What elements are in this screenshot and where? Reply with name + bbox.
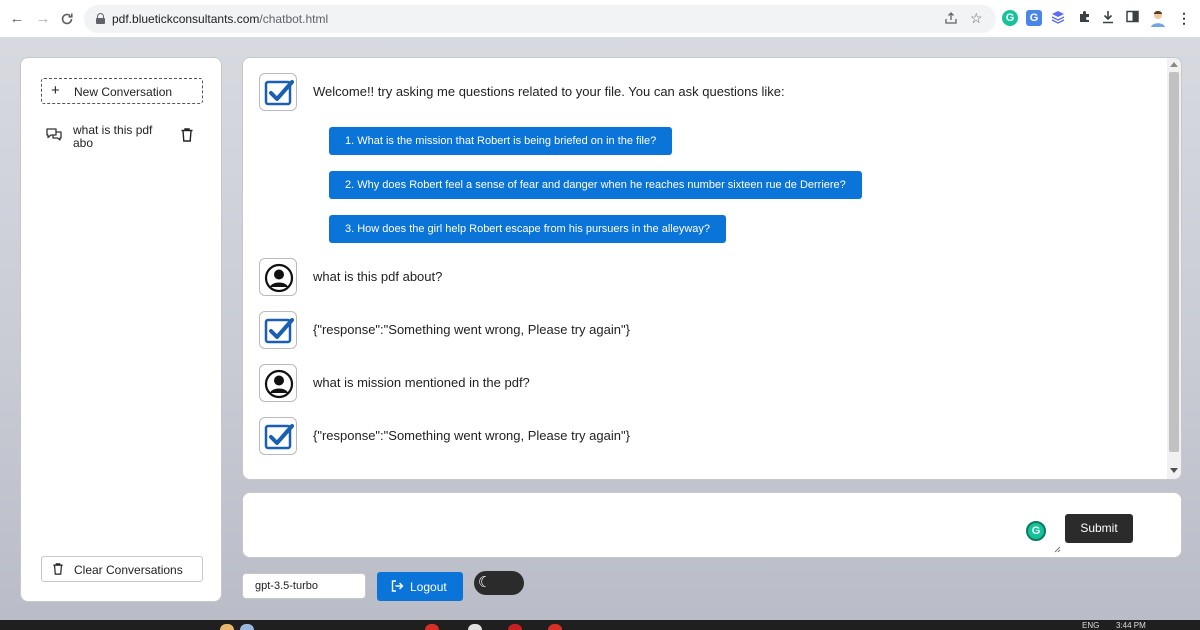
- message-text: what is mission mentioned in the pdf?: [313, 375, 530, 390]
- clear-conversations-label: Clear Conversations: [74, 563, 183, 577]
- trash-icon: [53, 563, 63, 575]
- user-circle-icon: [264, 369, 294, 399]
- user-message: what is mission mentioned in the pdf?: [259, 364, 1139, 404]
- conversation-item[interactable]: what is this pdf abo: [45, 122, 203, 152]
- grammarly-icon[interactable]: G: [1026, 521, 1046, 541]
- logout-button[interactable]: Logout: [377, 572, 463, 601]
- message-text: Welcome!! try asking me questions relate…: [313, 84, 785, 99]
- bookmark-star-icon[interactable]: ☆: [970, 10, 983, 27]
- chat-scrollbar[interactable]: [1167, 58, 1181, 479]
- browser-menu-icon[interactable]: ⋮: [1176, 10, 1192, 26]
- taskbar-app-icon[interactable]: [548, 624, 562, 630]
- address-bar[interactable]: pdf.bluetickconsultants.com/chatbot.html…: [84, 5, 996, 33]
- bot-avatar: [259, 73, 297, 111]
- user-avatar: [259, 258, 297, 296]
- scroll-up-arrow-icon[interactable]: [1170, 62, 1178, 67]
- scroll-down-arrow-icon[interactable]: [1170, 468, 1178, 473]
- message-text: {"response":"Something went wrong, Pleas…: [313, 428, 630, 443]
- user-circle-icon: [264, 263, 294, 293]
- taskbar-language[interactable]: ENG: [1082, 622, 1099, 630]
- taskbar-clock[interactable]: 3:44 PM: [1116, 622, 1146, 630]
- conversation-title: what is this pdf abo: [73, 123, 153, 150]
- bot-message: Welcome!! try asking me questions relate…: [259, 73, 1139, 283]
- download-icon[interactable]: [1100, 10, 1116, 26]
- profile-avatar-icon[interactable]: [1150, 9, 1166, 27]
- lock-icon: [96, 13, 105, 24]
- taskbar-app-icon[interactable]: [425, 624, 439, 630]
- chat-bubbles-icon: [46, 128, 62, 141]
- submit-button[interactable]: Submit: [1065, 514, 1133, 543]
- os-taskbar: ENG 3:44 PM: [0, 620, 1200, 630]
- url-text: pdf.bluetickconsultants.com/chatbot.html: [112, 12, 329, 26]
- translate-extension-icon[interactable]: G: [1026, 10, 1042, 26]
- clear-conversations-button[interactable]: Clear Conversations: [41, 556, 203, 582]
- forward-arrow-icon[interactable]: →: [34, 10, 52, 28]
- logout-icon: [391, 580, 404, 592]
- new-conversation-button[interactable]: + New Conversation: [41, 78, 203, 104]
- grammarly-extension-icon[interactable]: G: [1002, 10, 1018, 26]
- reload-icon[interactable]: [58, 10, 76, 28]
- suggested-question-button[interactable]: 2. Why does Robert feel a sense of fear …: [329, 171, 862, 199]
- user-avatar: [259, 364, 297, 402]
- browser-toolbar: ← → pdf.bluetickconsultants.com/chatbot.…: [0, 0, 1200, 38]
- bot-avatar: [259, 311, 297, 349]
- back-arrow-icon[interactable]: ←: [8, 10, 26, 28]
- taskbar-app-icon[interactable]: [240, 624, 254, 630]
- chat-history-panel: Welcome!! try asking me questions relate…: [242, 57, 1182, 480]
- model-select[interactable]: gpt-3.5-turbo: [242, 573, 366, 599]
- message-text: what is this pdf about?: [313, 269, 443, 284]
- delete-conversation-trash-icon[interactable]: [180, 127, 194, 143]
- user-message: what is this pdf about?: [259, 258, 1139, 298]
- dark-mode-toggle[interactable]: ☾: [474, 571, 524, 595]
- taskbar-app-icon[interactable]: [508, 624, 522, 630]
- logout-label: Logout: [410, 580, 447, 594]
- plus-icon: +: [51, 82, 60, 99]
- conversation-sidebar: + New Conversation what is this pdf abo …: [20, 57, 222, 602]
- suggested-question-button[interactable]: 3. How does the girl help Robert escape …: [329, 215, 727, 243]
- side-panel-icon[interactable]: [1124, 10, 1140, 26]
- taskbar-app-icon[interactable]: [220, 624, 234, 630]
- taskbar-app-icon[interactable]: [468, 624, 482, 630]
- checkbox-check-icon: [264, 318, 294, 344]
- bot-avatar: [259, 417, 297, 455]
- checkbox-check-icon: [264, 424, 294, 450]
- scrollbar-thumb[interactable]: [1169, 72, 1179, 452]
- layers-extension-icon[interactable]: [1050, 10, 1066, 26]
- resize-handle-icon[interactable]: [1053, 545, 1061, 553]
- bot-message: {"response":"Something went wrong, Pleas…: [259, 417, 1139, 457]
- suggested-question-button[interactable]: 1. What is the mission that Robert is be…: [329, 127, 673, 155]
- new-conversation-label: New Conversation: [74, 85, 173, 99]
- checkbox-check-icon: [264, 80, 294, 106]
- share-icon[interactable]: [944, 11, 958, 28]
- bot-message: {"response":"Something went wrong, Pleas…: [259, 311, 1139, 351]
- puzzle-extensions-icon[interactable]: [1076, 10, 1092, 26]
- message-text: {"response":"Something went wrong, Pleas…: [313, 322, 630, 337]
- moon-icon: ☾: [478, 574, 492, 591]
- message-input[interactable]: [243, 493, 1063, 557]
- message-composer: G Submit: [242, 492, 1182, 558]
